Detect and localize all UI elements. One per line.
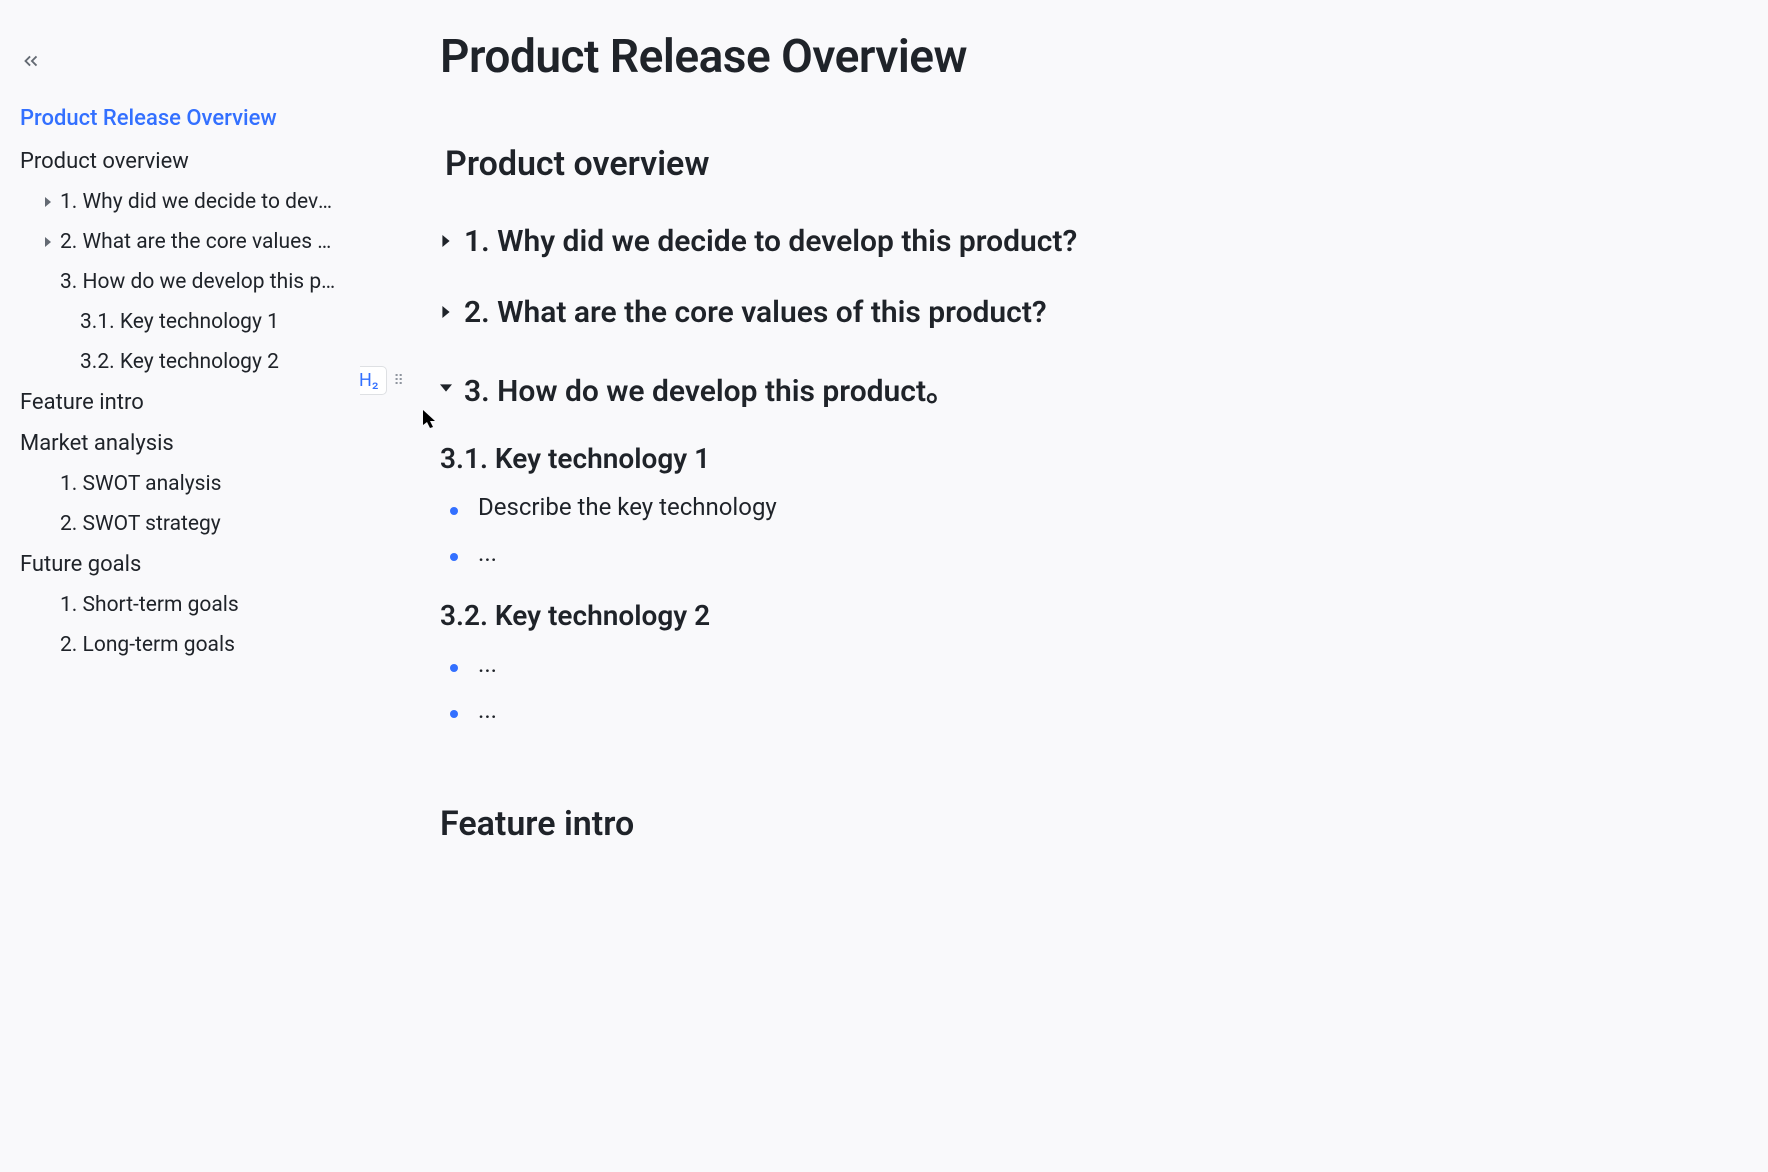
- outline-item-label: 1. SWOT analysis: [60, 472, 340, 496]
- collapsible-section: 2. What are the core values of this prod…: [440, 295, 1648, 330]
- section-h2[interactable]: 1. Why did we decide to develop this pro…: [464, 224, 1077, 259]
- outline-item-label: 3. How do we develop this pro...: [60, 270, 340, 294]
- bullet-list-item[interactable]: ...: [450, 650, 1648, 678]
- outline-item-label: 1. Why did we decide to devel...: [60, 190, 340, 214]
- chevron-right-icon[interactable]: [40, 237, 56, 247]
- subsection: 3.1. Key technology 1 Describe the key t…: [440, 442, 1648, 567]
- bullet-text: ...: [478, 539, 497, 567]
- outline-item[interactable]: 1. Why did we decide to devel...: [20, 190, 340, 214]
- bullet-dot-icon: [450, 553, 458, 561]
- outline-item[interactable]: 3. How do we develop this pro...: [20, 270, 340, 294]
- outline-item-label: 2. SWOT strategy: [60, 512, 340, 536]
- outline-item[interactable]: 1. SWOT analysis: [20, 472, 340, 496]
- bullet-list-item[interactable]: Describe the key technology: [450, 493, 1648, 521]
- outline-h1[interactable]: Future goals: [20, 552, 340, 577]
- collapse-sidebar-button[interactable]: [20, 50, 42, 76]
- section-h2[interactable]: 2. What are the core values of this prod…: [464, 295, 1047, 330]
- drag-handle-icon[interactable]: ⠿: [391, 373, 405, 389]
- outline-item-label: 2. What are the core values of ...: [60, 230, 340, 254]
- subsection: 3.2. Key technology 2 ... ...: [440, 599, 1648, 724]
- outline-subitem[interactable]: 3.1. Key technology 1: [20, 310, 340, 334]
- outline-item-label: 3.2. Key technology 2: [80, 350, 340, 374]
- chevron-right-icon[interactable]: [440, 232, 458, 251]
- chevron-right-icon[interactable]: [40, 197, 56, 207]
- outline-item[interactable]: 2. What are the core values of ...: [20, 230, 340, 254]
- outline-sidebar: Product Release Overview Product overvie…: [0, 0, 360, 1172]
- outline-item[interactable]: 2. SWOT strategy: [20, 512, 340, 536]
- section-heading[interactable]: Feature intro: [440, 804, 1648, 844]
- collapsible-section-active: H₂ ⠿ 3. How do we develop this product。 …: [440, 366, 1648, 724]
- block-toolbar: H₂ ⠿: [360, 366, 406, 395]
- outline-item[interactable]: 2. Long-term goals: [20, 633, 340, 657]
- subsection-heading[interactable]: 3.1. Key technology 1: [440, 442, 1648, 475]
- section-heading[interactable]: Product overview: [445, 144, 1648, 184]
- bullet-list-item[interactable]: ...: [450, 696, 1648, 724]
- heading-type-badge[interactable]: H₂: [360, 366, 387, 395]
- outline-item[interactable]: 1. Short-term goals: [20, 593, 340, 617]
- collapsible-section: 1. Why did we decide to develop this pro…: [440, 224, 1648, 259]
- chevron-down-icon[interactable]: [440, 379, 458, 398]
- outline-item-label: 3.1. Key technology 1: [80, 310, 340, 334]
- subsection-heading[interactable]: 3.2. Key technology 2: [440, 599, 1648, 632]
- outline-item-label: 1. Short-term goals: [60, 593, 340, 617]
- section-h2[interactable]: 3. How do we develop this product。: [464, 366, 956, 410]
- bullet-text: ...: [478, 650, 497, 678]
- outline-h1[interactable]: Market analysis: [20, 431, 340, 456]
- bullet-dot-icon: [450, 710, 458, 718]
- outline-h1[interactable]: Product overview: [20, 149, 340, 174]
- chevron-double-left-icon: [20, 50, 42, 72]
- bullet-dot-icon: [450, 664, 458, 672]
- outline-title[interactable]: Product Release Overview: [20, 106, 340, 131]
- bullet-text: Describe the key technology: [478, 493, 777, 521]
- page-title[interactable]: Product Release Overview: [440, 30, 1648, 84]
- bullet-list-item[interactable]: ...: [450, 539, 1648, 567]
- outline-item-label: 2. Long-term goals: [60, 633, 340, 657]
- document-body[interactable]: Product Release Overview Product overvie…: [360, 0, 1768, 1172]
- bullet-dot-icon: [450, 507, 458, 515]
- outline-subitem[interactable]: 3.2. Key technology 2: [20, 350, 340, 374]
- chevron-right-icon[interactable]: [440, 303, 458, 322]
- bullet-text: ...: [478, 696, 497, 724]
- outline-h1[interactable]: Feature intro: [20, 390, 340, 415]
